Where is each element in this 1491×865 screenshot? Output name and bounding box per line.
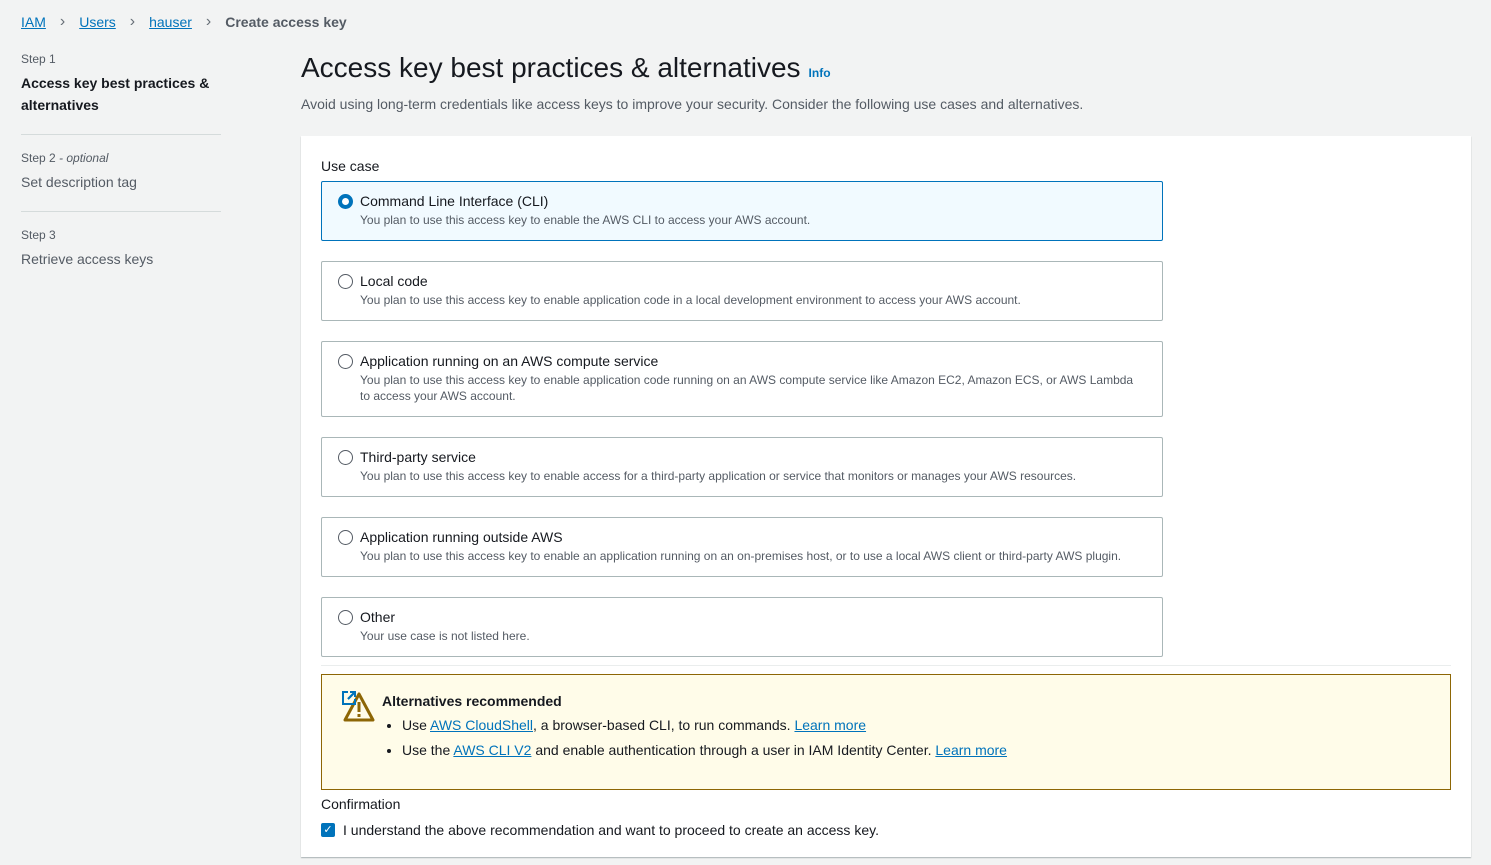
use-case-option[interactable]: Other Your use case is not listed here. xyxy=(321,597,1163,657)
learn-more-link[interactable]: Learn more xyxy=(342,691,1007,758)
option-title: Local code xyxy=(360,273,428,289)
radio-button[interactable] xyxy=(338,274,353,289)
option-title: Application running outside AWS xyxy=(360,529,563,545)
use-case-option[interactable]: Command Line Interface (CLI) You plan to … xyxy=(321,181,1163,241)
option-description: You plan to use this access key to enabl… xyxy=(360,293,1021,307)
page-title: Access key best practices & alternatives… xyxy=(301,52,1471,84)
wizard-steps: Step 1 Access key best practices & altern… xyxy=(21,52,221,304)
step-2: Step 2 - optional Set description tag xyxy=(21,151,221,212)
option-description: You plan to use this access key to enabl… xyxy=(360,549,1122,563)
radio-button[interactable] xyxy=(338,450,353,465)
option-description: You plan to use this access key to enabl… xyxy=(360,213,811,227)
step-1: Step 1 Access key best practices & altern… xyxy=(21,52,221,135)
radio-button[interactable] xyxy=(338,610,353,625)
confirmation-label: Confirmation xyxy=(321,796,401,812)
option-title: Application running on an AWS compute se… xyxy=(360,353,659,369)
breadcrumb-current: Create access key xyxy=(225,14,347,30)
step-optional: - optional xyxy=(59,151,109,165)
option-description: You plan to use this access key to enabl… xyxy=(360,469,1077,483)
use-case-panel: Use case Command Line Interface (CLI) You… xyxy=(301,136,1471,857)
checkmark-icon[interactable]: ✓ xyxy=(321,823,335,837)
radio-button[interactable] xyxy=(338,194,353,209)
breadcrumb: IAM › Users › hauser › Create access key xyxy=(21,13,347,31)
step-title: Access key best practices & alternatives xyxy=(21,75,210,113)
page-title-text: Access key best practices & alternatives xyxy=(301,52,801,83)
breadcrumb-users[interactable]: Users xyxy=(79,14,116,30)
use-case-option[interactable]: Third-party service You plan to use this … xyxy=(321,437,1163,497)
use-case-label: Use case xyxy=(321,158,380,174)
learn-more-text: Learn more xyxy=(794,717,867,733)
chevron-right-icon: › xyxy=(129,13,136,30)
breadcrumb-user[interactable]: hauser xyxy=(149,14,192,30)
learn-more-text: Learn more xyxy=(935,742,1007,758)
use-case-option[interactable]: Local code You plan to use this access ke… xyxy=(321,261,1163,321)
text: Use the xyxy=(402,742,454,758)
chevron-right-icon: › xyxy=(205,13,212,30)
alert-item: Use AWS CloudShell, a browser-based CLI,… xyxy=(342,691,1430,733)
step-number: Step 3 xyxy=(21,228,56,242)
step-title: Set description tag xyxy=(21,174,137,190)
option-title: Command Line Interface (CLI) xyxy=(360,193,549,209)
page-description: Avoid using long-term credentials like a… xyxy=(301,96,1084,112)
cli-v2-link[interactable]: AWS CLI V2 xyxy=(453,742,531,758)
external-link-icon xyxy=(342,691,356,705)
step-number: Step 1 xyxy=(21,52,56,66)
text: and enable authentication through a user… xyxy=(531,742,936,758)
option-description: Your use case is not listed here. xyxy=(360,629,530,643)
breadcrumb-iam[interactable]: IAM xyxy=(21,14,46,30)
cloudshell-link[interactable]: AWS CloudShell xyxy=(430,717,533,733)
step-number: Step 2 - optional xyxy=(21,151,221,165)
radio-button[interactable] xyxy=(338,530,353,545)
option-title: Third-party service xyxy=(360,449,476,465)
step-number-text: Step 2 xyxy=(21,151,56,165)
use-case-option[interactable]: Application running outside AWS You plan … xyxy=(321,517,1163,577)
radio-button[interactable] xyxy=(338,354,353,369)
use-case-option[interactable]: Application running on an AWS compute se… xyxy=(321,341,1163,417)
text: , a browser-based CLI, to run commands. xyxy=(533,717,795,733)
alternatives-alert: Alternatives recommended Use AWS CloudSh… xyxy=(321,674,1451,790)
option-description: You plan to use this access key to enabl… xyxy=(360,373,1134,403)
learn-more-link[interactable]: Learn more xyxy=(342,691,867,733)
alert-title: Alternatives recommended xyxy=(382,693,562,709)
alert-item: Use the AWS CLI V2 and enable authentica… xyxy=(342,691,1430,758)
option-title: Other xyxy=(360,609,396,625)
step-title: Retrieve access keys xyxy=(21,251,154,267)
info-link[interactable]: Info xyxy=(809,66,831,80)
confirmation-text: I understand the above recommendation an… xyxy=(343,822,879,838)
divider xyxy=(321,665,1451,666)
step-3: Step 3 Retrieve access keys xyxy=(21,228,221,288)
text: Use xyxy=(402,717,431,733)
confirmation-checkbox[interactable]: ✓ I understand the above recommendation a… xyxy=(321,822,1451,838)
chevron-right-icon: › xyxy=(59,13,66,30)
